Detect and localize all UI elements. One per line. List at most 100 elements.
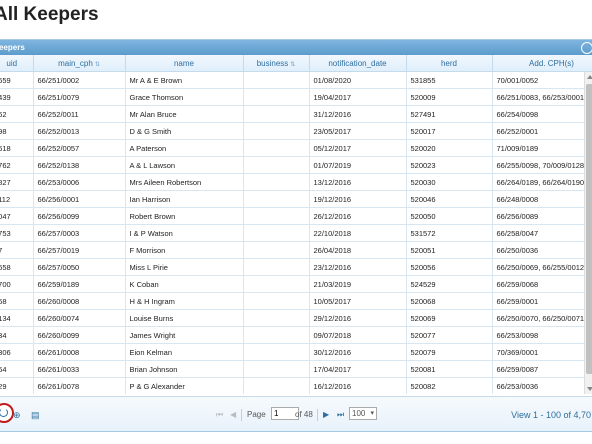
cell-notification-date: 22/10/2018	[309, 224, 407, 242]
total-pages-label: of 48	[295, 410, 313, 419]
sort-icon[interactable]: ⇅	[95, 62, 100, 68]
cell-notification-date: 31/12/2016	[309, 105, 407, 123]
column-header-main-cph[interactable]: main_cph ⇅	[33, 55, 126, 72]
table-row[interactable]: 5766/257/0019F Morrison 26/04/20185200516…	[0, 241, 592, 259]
cell-herd: 520077	[406, 326, 493, 344]
cell-add-cphs: 66/259/0068	[492, 275, 592, 293]
table-row[interactable]: 06866/260/0008H & H Ingram 10/05/20175200…	[0, 292, 592, 310]
table-row[interactable]: 561866/252/0057A Paterson 05/12/201752002…	[0, 139, 592, 157]
last-page-icon[interactable]: ⏭	[337, 409, 344, 421]
cell-notification-date: 23/12/2016	[309, 258, 407, 276]
refresh-icon[interactable]	[0, 403, 14, 423]
table-row[interactable]: 004766/256/0099Robert Brown 26/12/2016520…	[0, 207, 592, 225]
cell-add-cphs: 66/255/0098, 70/009/0128	[492, 156, 592, 174]
cell-name: F Morrison	[125, 241, 244, 259]
column-header-add-cphs[interactable]: Add. CPH(s)	[492, 55, 592, 72]
cell-herd: 531572	[406, 224, 493, 242]
column-header-name[interactable]: name	[125, 55, 244, 72]
cell-main-cph: 66/259/0189	[33, 275, 126, 293]
cell-notification-date: 01/07/2019	[309, 156, 407, 174]
grid-body-table: 765966/251/0002Mr A & E Brown01/08/20205…	[0, 72, 592, 394]
table-row[interactable]: 06466/261/0033Brian Johnson 17/04/2017520…	[0, 360, 592, 378]
table-row[interactable]: 065866/257/0050Miss L Pirie 23/12/2016520…	[0, 258, 592, 276]
column-header-uid[interactable]: uid	[0, 55, 34, 72]
cell-business	[243, 343, 310, 361]
export-icon[interactable]: ▤	[31, 409, 40, 421]
keepers-grid: eepers uid main_cph ⇅ name business ⇅ notifica…	[0, 39, 592, 432]
scrollbar-thumb[interactable]	[586, 84, 592, 374]
cell-herd: 524529	[406, 275, 493, 293]
cell-name: P & G Alexander	[125, 377, 244, 394]
scroll-down-icon[interactable]	[587, 387, 592, 391]
table-row[interactable]: 570066/259/0189K Coban 21/03/201952452966…	[0, 275, 592, 293]
cell-herd: 520023	[406, 156, 493, 174]
cell-uid: 064	[0, 360, 34, 378]
grid-pager: ⊕ ▤ ⏮ ◀ Page of 48 ▶ ⏭ 100 ▾ View 1 - 10…	[0, 396, 592, 431]
cell-business	[243, 190, 310, 208]
cell-add-cphs: 66/250/0036	[492, 241, 592, 259]
cell-uid: 7112	[0, 190, 34, 208]
vertical-scrollbar[interactable]	[584, 72, 592, 394]
cell-notification-date: 01/08/2020	[309, 72, 407, 89]
cell-add-cphs: 66/250/0070, 66/250/0071	[492, 309, 592, 327]
column-header-label: Add. CPH(s)	[529, 58, 574, 68]
cell-business	[243, 241, 310, 259]
cell-business	[243, 224, 310, 242]
cell-business	[243, 122, 310, 140]
table-row[interactable]: 06266/252/0011Mr Alan Bruce 31/12/2016527…	[0, 105, 592, 123]
column-header-business[interactable]: business ⇅	[243, 55, 310, 72]
cell-herd: 520020	[406, 139, 493, 157]
cell-herd: 520017	[406, 122, 493, 140]
table-row[interactable]: 813466/260/0074Louise Burns 29/12/2016520…	[0, 309, 592, 327]
cell-add-cphs: 66/259/0087	[492, 360, 592, 378]
next-page-icon[interactable]: ▶	[323, 409, 329, 421]
cell-business	[243, 207, 310, 225]
grid-caption: eepers	[0, 40, 592, 55]
cell-business	[243, 275, 310, 293]
table-row[interactable]: 711266/256/0001Ian Harrison 19/12/2016520…	[0, 190, 592, 208]
first-page-icon[interactable]: ⏮	[216, 409, 223, 421]
header-row: uid main_cph ⇅ name business ⇅ notification_da…	[0, 55, 592, 72]
cell-add-cphs: 66/254/0098	[492, 105, 592, 123]
cell-name: Mr A & E Brown	[125, 72, 244, 89]
cell-notification-date: 13/12/2016	[309, 173, 407, 191]
column-header-label: main_cph	[58, 58, 93, 68]
sort-icon[interactable]: ⇅	[290, 62, 295, 68]
cell-herd: 520081	[406, 360, 493, 378]
cell-herd: 520068	[406, 292, 493, 310]
rows-per-page-value: 100	[352, 409, 366, 418]
cell-add-cphs: 66/253/0036	[492, 377, 592, 394]
table-row[interactable]: 743966/251/0079Grace Thomson 19/04/201752…	[0, 88, 592, 106]
scroll-up-icon[interactable]	[587, 75, 592, 79]
cell-herd: 520009	[406, 88, 493, 106]
table-row[interactable]: 49866/252/0013D & G Smith 23/05/201752001…	[0, 122, 592, 140]
table-row[interactable]: 576266/252/0138A & L Lawson 01/07/2019520…	[0, 156, 592, 174]
cell-main-cph: 66/260/0008	[33, 292, 126, 310]
column-header-notification-date[interactable]: notification_date	[309, 55, 407, 72]
cell-main-cph: 66/260/0099	[33, 326, 126, 344]
column-header-herd[interactable]: herd	[406, 55, 493, 72]
table-row[interactable]: 72966/261/0078P & G Alexander 16/12/20165…	[0, 377, 592, 394]
cell-notification-date: 29/12/2016	[309, 309, 407, 327]
table-row[interactable]: 765966/251/0002Mr A & E Brown 01/08/20205…	[0, 72, 592, 89]
cell-business	[243, 105, 310, 123]
cell-name: A & L Lawson	[125, 156, 244, 174]
grid-header-table: uid main_cph ⇅ name business ⇅ notification_da…	[0, 55, 592, 72]
previous-page-icon[interactable]: ◀	[230, 409, 236, 421]
table-row[interactable]: 575366/257/0003I & P Watson 22/10/2018531…	[0, 224, 592, 242]
cell-herd: 520030	[406, 173, 493, 191]
cell-name: K Coban	[125, 275, 244, 293]
cell-notification-date: 26/12/2016	[309, 207, 407, 225]
collapse-grid-icon[interactable]	[581, 42, 592, 54]
column-header-label: name	[173, 58, 194, 68]
grid-body: 765966/251/0002Mr A & E Brown01/08/20205…	[0, 72, 592, 394]
cell-main-cph: 66/251/0002	[33, 72, 126, 89]
table-row[interactable]: 030666/261/0008Eion Kelman 30/12/20165200…	[0, 343, 592, 361]
table-row[interactable]: 082766/253/0006Mrs Aileen Robertson 13/12…	[0, 173, 592, 191]
cell-business	[243, 88, 310, 106]
search-icon[interactable]: ⊕	[13, 409, 21, 421]
table-row[interactable]: 23466/260/0099James Wright 09/07/20185200…	[0, 326, 592, 344]
cell-name: James Wright	[125, 326, 244, 344]
rows-per-page-select[interactable]: 100 ▾	[349, 407, 377, 420]
cell-notification-date: 21/03/2019	[309, 275, 407, 293]
